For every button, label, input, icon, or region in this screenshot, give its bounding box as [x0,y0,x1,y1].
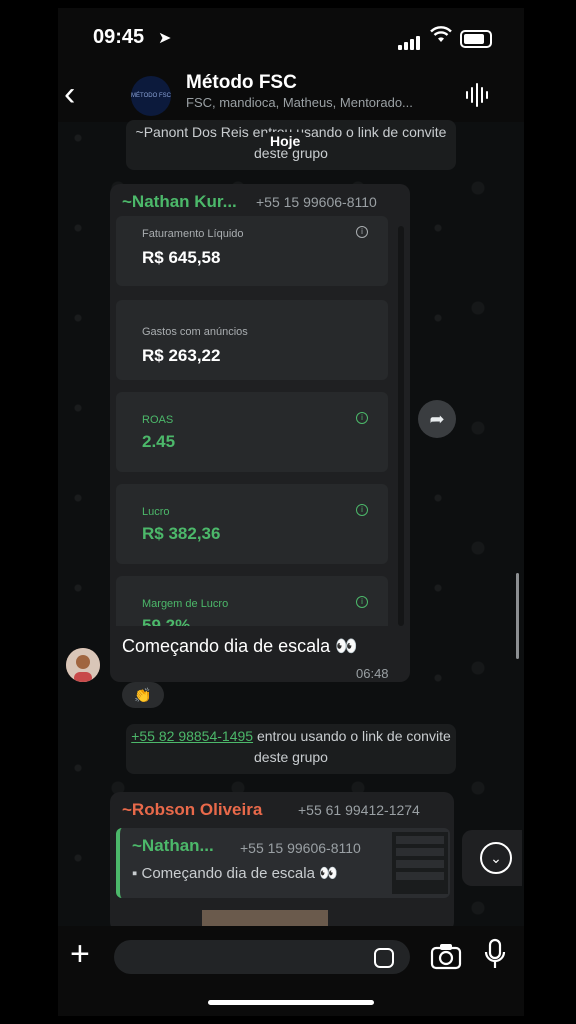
quote-phone: +55 15 99606-8110 [240,840,361,856]
sticker-icon[interactable] [374,948,394,968]
quote-body: ▪ Começando dia de escala 👀 [132,864,338,882]
metric-value: R$ 382,36 [142,524,221,543]
reaction-badge[interactable]: 👏 [122,682,164,708]
metric-label: Faturamento Líquido [142,228,244,240]
message-time: 06:48 [356,666,389,681]
chevron-down-icon: ⌄ [480,842,512,874]
location-arrow-icon: ➤ [158,30,172,47]
attach-plus-icon[interactable]: + [70,934,90,974]
chat-header[interactable]: ‹ MÉTODO FSC Método FSC FSC, mandioca, M… [58,68,524,122]
home-indicator[interactable] [208,1000,374,1005]
info-icon: i [356,226,368,238]
system-message-text: entrou usando o link de convite deste gr… [253,728,451,765]
battery-icon [460,30,492,48]
system-message-join: +55 82 98854-1495 entrou usando o link d… [126,724,456,774]
forward-arrow-icon[interactable]: ➦ [418,400,456,438]
date-chip: Hoje [264,132,307,150]
message-bubble-robson[interactable]: ~Robson Oliveira +55 61 99412-1274 ~Nath… [110,792,454,932]
metric-card: Lucro R$ 382,36 i [116,484,388,564]
message-composer: + [58,926,524,990]
wifi-icon [430,26,452,42]
signal-icon [398,32,422,50]
scroll-to-bottom-button[interactable]: ⌄ [462,830,522,886]
metric-label: ROAS [142,414,174,426]
message-bubble-nathan[interactable]: ~Nathan Kur... +55 15 99606-8110 Faturam… [110,184,410,682]
camera-icon[interactable] [430,942,462,970]
info-icon: i [356,504,368,516]
message-caption: Começando dia de escala 👀 [122,636,358,656]
metric-label: Gastos com anúncios [142,326,248,338]
metric-card: Gastos com anúncios R$ 263,22 [116,300,388,380]
camera-icon: ▪ [132,865,138,882]
metric-value: 2.45 [142,432,176,451]
dashboard-image[interactable]: Faturamento Líquido R$ 645,58 i Gastos c… [110,216,410,626]
message-input[interactable] [114,940,410,974]
metric-card: Faturamento Líquido R$ 645,58 i [116,216,388,286]
voice-call-icon[interactable] [464,82,490,108]
quoted-message[interactable]: ~Nathan... +55 15 99606-8110 ▪ Começando… [116,828,450,898]
group-avatar[interactable]: MÉTODO FSC [131,76,171,116]
sender-phone: +55 15 99606-8110 [256,194,377,210]
chat-title[interactable]: Método FSC [186,72,297,94]
quote-thumbnail [392,832,448,894]
sender-phone: +55 61 99412-1274 [298,802,420,818]
quote-text: Começando dia de escala 👀 [141,865,338,882]
metric-card: ROAS 2.45 i [116,392,388,472]
avatar[interactable] [66,648,100,682]
metric-label: Margem de Lucro [142,598,229,610]
microphone-icon[interactable] [484,938,506,970]
metric-value: R$ 645,58 [142,248,221,267]
metric-value: R$ 263,22 [142,346,221,365]
metric-label: Lucro [142,506,170,518]
status-bar: 09:45 ➤ [58,8,524,68]
info-icon: i [356,412,368,424]
chat-members[interactable]: FSC, mandioca, Matheus, Mentorado... [186,95,451,110]
sender-name[interactable]: ~Nathan Kur... [122,192,237,212]
phone-link[interactable]: +55 82 98854-1495 [131,728,253,744]
image-scrollbar [398,226,404,626]
metric-card: Margem de Lucro 59,2% i [116,576,388,626]
sender-name[interactable]: ~Robson Oliveira [122,800,262,820]
status-time: 09:45 [93,26,145,48]
quote-sender: ~Nathan... [132,836,214,855]
back-chevron-icon[interactable]: ‹ [64,74,75,114]
info-icon: i [356,596,368,608]
phone-screen: 09:45 ➤ ‹ MÉTODO FSC Método FSC FSC, man… [58,8,524,1016]
person-icon [66,648,100,682]
chat-scrollbar[interactable] [516,573,519,659]
metric-value: 59,2% [142,616,191,626]
